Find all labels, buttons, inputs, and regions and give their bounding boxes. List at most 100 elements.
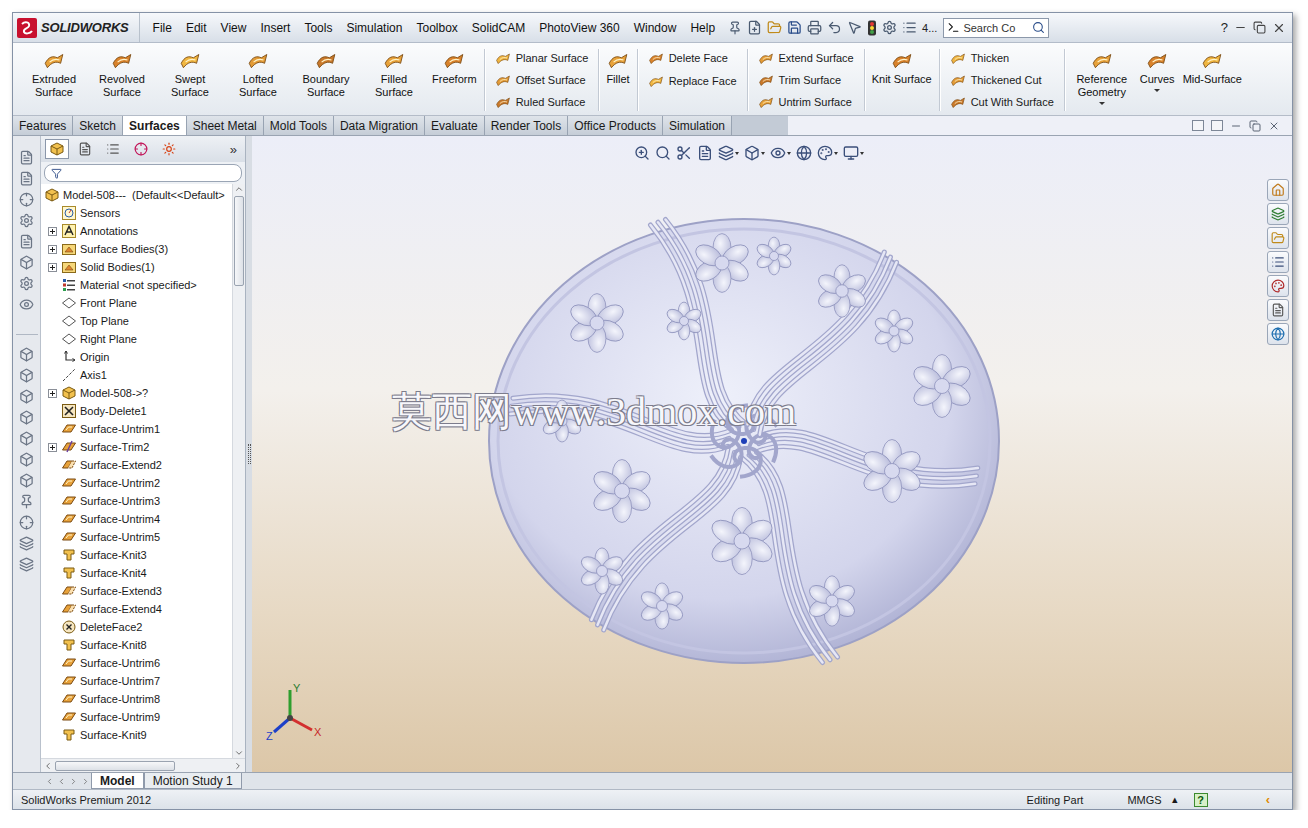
- new-file-icon[interactable]: [747, 20, 762, 35]
- expand-icon[interactable]: [48, 443, 57, 452]
- menu-item[interactable]: Help: [683, 19, 722, 37]
- open-icon[interactable]: [767, 20, 782, 35]
- view-tool[interactable]: [817, 145, 838, 161]
- tree-item[interactable]: Surface-Untrim8: [41, 690, 232, 708]
- rebuild-icon[interactable]: [867, 20, 877, 36]
- tool-icon[interactable]: [19, 276, 34, 291]
- tree-item[interactable]: Top Plane: [41, 312, 232, 330]
- ribbon-button[interactable]: Boundary Surface: [293, 47, 359, 101]
- restore-view-icon[interactable]: [1249, 120, 1261, 132]
- quick-tips-button[interactable]: ?: [1194, 793, 1208, 807]
- last-tab-icon[interactable]: [79, 773, 91, 789]
- tree-item[interactable]: DeleteFace2: [41, 618, 232, 636]
- triad-icon[interactable]: YXZ: [264, 682, 328, 746]
- ribbon-button[interactable]: Thickened Cut: [948, 69, 1056, 90]
- scroll-up-icon[interactable]: [234, 184, 244, 194]
- ribbon-button[interactable]: Cut With Surface: [948, 92, 1056, 113]
- prev-tab-icon[interactable]: [55, 773, 67, 789]
- view-tool[interactable]: [796, 145, 812, 161]
- model-render[interactable]: [484, 216, 1004, 666]
- ribbon-button[interactable]: Lofted Surface: [225, 47, 291, 101]
- tree-item[interactable]: Axis1: [41, 366, 232, 384]
- tree-item[interactable]: Model-508--- (Default<<Default>: [41, 186, 232, 204]
- menu-item[interactable]: Window: [627, 19, 684, 37]
- tree-item[interactable]: Surface-Untrim6: [41, 654, 232, 672]
- dropdown-arrow-icon[interactable]: [1154, 89, 1160, 92]
- tree-item[interactable]: Surface-Untrim7: [41, 672, 232, 690]
- ribbon-button[interactable]: Trim Surface: [756, 69, 856, 90]
- tree-item[interactable]: Surface-Untrim5: [41, 528, 232, 546]
- tool-icon[interactable]: [19, 473, 34, 488]
- view-tool[interactable]: [718, 145, 739, 161]
- ribbon-button[interactable]: Revolved Surface: [89, 47, 155, 101]
- help-button[interactable]: ?: [1221, 20, 1228, 35]
- tree-item[interactable]: Annotations: [41, 222, 232, 240]
- expand-icon[interactable]: [48, 245, 57, 254]
- units-menu[interactable]: ▴: [1166, 793, 1184, 806]
- tool-icon[interactable]: [19, 213, 34, 228]
- tool-icon[interactable]: [19, 410, 34, 425]
- ribbon-button[interactable]: Replace Face: [646, 70, 739, 92]
- bottom-tab[interactable]: Model: [91, 773, 144, 789]
- tree-item[interactable]: Surface-Untrim4: [41, 510, 232, 528]
- tool-icon[interactable]: [19, 431, 34, 446]
- tree-item[interactable]: Surface-Untrim3: [41, 492, 232, 510]
- ribbon-button[interactable]: Offset Surface: [493, 69, 591, 90]
- tree-item[interactable]: Solid Bodies(1): [41, 258, 232, 276]
- menu-item[interactable]: Toolbox: [409, 19, 464, 37]
- task-pane-button[interactable]: [1267, 323, 1289, 345]
- menu-item[interactable]: Tools: [297, 19, 339, 37]
- tree-item[interactable]: Surface-Knit9: [41, 726, 232, 744]
- tree-item[interactable]: Surface-Extend3: [41, 582, 232, 600]
- options-icon[interactable]: [882, 20, 897, 35]
- tool-icon[interactable]: [19, 150, 34, 165]
- ribbon-button[interactable]: Extruded Surface: [21, 47, 87, 101]
- ribbon-button[interactable]: Untrim Surface: [756, 92, 856, 113]
- tree-item[interactable]: Right Plane: [41, 330, 232, 348]
- scroll-down-icon[interactable]: [234, 748, 244, 758]
- bottom-tab[interactable]: Motion Study 1: [144, 773, 242, 789]
- save-icon[interactable]: [787, 20, 802, 35]
- ribbon-button[interactable]: Swept Surface: [157, 47, 223, 101]
- command-tab[interactable]: Data Migration: [334, 116, 425, 135]
- tool-icon[interactable]: [19, 557, 34, 572]
- command-tab[interactable]: Mold Tools: [264, 116, 334, 135]
- command-tab[interactable]: Office Products: [568, 116, 663, 135]
- units-selector[interactable]: MMGS: [1123, 794, 1165, 806]
- ribbon-button[interactable]: Filled Surface: [361, 47, 427, 101]
- more-tabs[interactable]: »: [230, 142, 241, 157]
- horizontal-scrollbar[interactable]: [41, 758, 245, 772]
- view-tool[interactable]: [770, 145, 791, 161]
- restore-icon[interactable]: [1253, 21, 1266, 34]
- print-icon[interactable]: [807, 20, 822, 35]
- view-tool[interactable]: [676, 145, 692, 161]
- command-tab[interactable]: Sheet Metal: [187, 116, 264, 135]
- task-pane-button[interactable]: [1267, 251, 1289, 273]
- tool-icon[interactable]: [19, 494, 34, 509]
- tree-item[interactable]: Surface-Trim2: [41, 438, 232, 456]
- tree-filter[interactable]: [44, 164, 242, 182]
- expand-icon[interactable]: [48, 227, 57, 236]
- tree-item[interactable]: Surface-Untrim2: [41, 474, 232, 492]
- scroll-right-icon[interactable]: [233, 761, 243, 771]
- ribbon-button[interactable]: Ruled Surface: [493, 92, 591, 113]
- close-view-icon[interactable]: [1268, 120, 1280, 132]
- menu-item[interactable]: Edit: [179, 19, 214, 37]
- panel-tab[interactable]: [73, 139, 97, 159]
- tool-icon[interactable]: [19, 368, 34, 383]
- menu-item[interactable]: PhotoView 360: [532, 19, 627, 37]
- tool-icon[interactable]: [19, 255, 34, 270]
- tool-icon[interactable]: [19, 536, 34, 551]
- view-tool[interactable]: [744, 145, 765, 161]
- tool-icon[interactable]: [19, 234, 34, 249]
- tree-item[interactable]: Body-Delete1: [41, 402, 232, 420]
- view-tool[interactable]: [843, 145, 864, 161]
- menu-item[interactable]: File: [146, 19, 179, 37]
- tool-icon[interactable]: [19, 171, 34, 186]
- panel-tab[interactable]: [45, 139, 69, 159]
- scroll-left-icon[interactable]: [43, 761, 53, 771]
- ribbon-button[interactable]: Planar Surface: [493, 47, 591, 68]
- menu-item[interactable]: Simulation: [339, 19, 409, 37]
- tree-item[interactable]: Surface-Extend4: [41, 600, 232, 618]
- minimize-icon[interactable]: [1234, 21, 1247, 34]
